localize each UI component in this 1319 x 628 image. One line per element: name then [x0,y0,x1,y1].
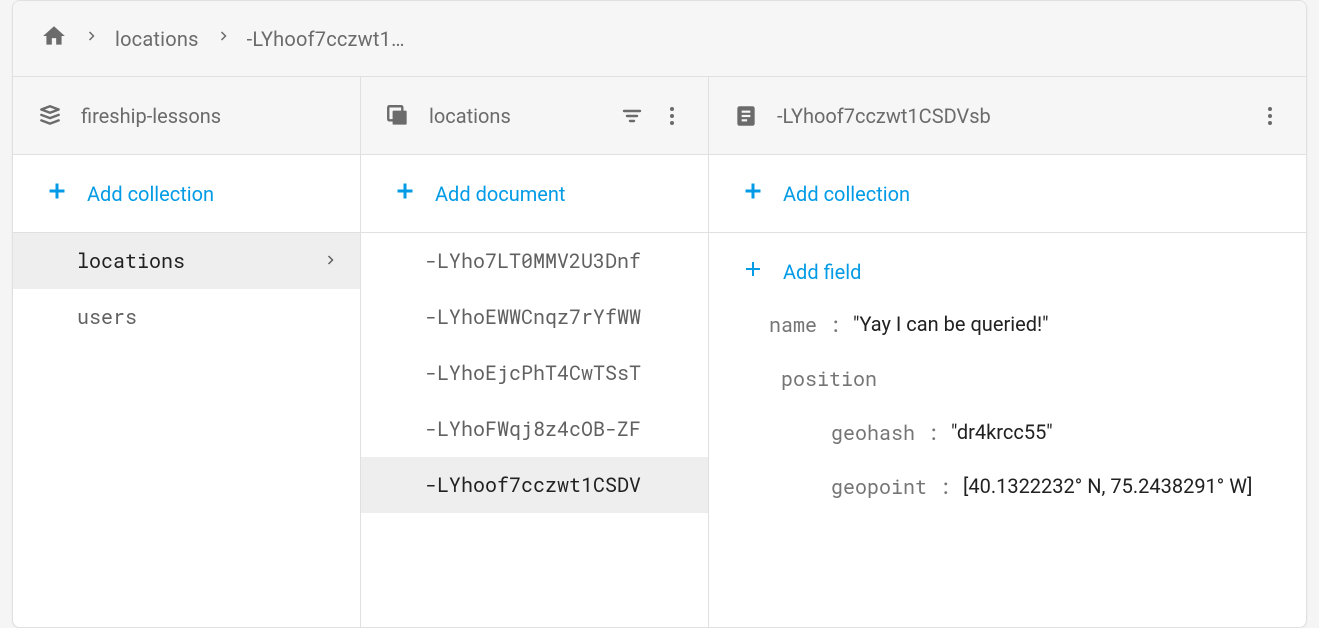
plus-icon [45,179,69,208]
document-icon [733,103,759,129]
add-collection-button[interactable]: Add collection [13,155,360,233]
overflow-menu-icon[interactable] [1258,104,1282,128]
project-column: fireship-lessons Add collection location… [13,77,361,627]
project-name: fireship-lessons [81,104,336,128]
documents-list: -LYho7LT0MMV2U3Dnf -LYhoEWWCnqz7rYfWW -L… [361,233,708,627]
chevron-right-icon [217,26,229,52]
collection-title: locations [429,104,602,128]
collection-item-locations[interactable]: locations [13,233,360,289]
chevron-right-icon [324,247,336,276]
document-item[interactable]: -LYhoof7cczwt1CSDV [361,457,708,513]
document-item[interactable]: -LYhoFWqj8z4cOB-ZF [361,401,708,457]
document-column: -LYhoof7cczwt1CSDVsb Add collection [709,77,1306,627]
field-value: "Yay I can be queried!" [853,312,1049,336]
chevron-right-icon [85,26,97,52]
home-icon[interactable] [41,23,67,54]
document-item[interactable]: -LYho7LT0MMV2U3Dnf [361,233,708,289]
document-item[interactable]: -LYhoEWWCnqz7rYfWW [361,289,708,345]
field-value: [40.1322232° N, 75.2438291° W] [963,474,1252,498]
field-geopoint[interactable]: geopoint : [40.1322232° N, 75.2438291° W… [741,460,1306,514]
plus-icon [741,257,765,286]
add-document-button[interactable]: Add document [361,155,708,233]
field-name[interactable]: name : "Yay I can be queried!" [709,298,1306,352]
field-key: geohash : [831,420,939,446]
collection-name: locations [77,248,324,274]
project-header: fireship-lessons [13,77,360,155]
add-field-label: Add field [783,260,861,284]
collection-item-users[interactable]: users [13,289,360,345]
add-collection-label: Add collection [87,182,214,206]
collections-list: locations users [13,233,360,627]
collection-icon [385,103,411,129]
add-field-button[interactable]: Add field [709,245,1306,298]
doc-add-collection-button[interactable]: Add collection [709,155,1306,233]
document-item[interactable]: -LYhoEjcPhT4CwTSsT [361,345,708,401]
breadcrumb: locations -LYhoof7cczwt1… [13,1,1306,77]
field-key: position [781,366,877,392]
field-position[interactable]: position [709,352,1306,406]
breadcrumb-document[interactable]: -LYhoof7cczwt1… [247,27,405,51]
overflow-menu-icon[interactable] [660,104,684,128]
collection-column: locations Add document -LYho7LT0MMV2U3D [361,77,709,627]
add-document-label: Add document [435,182,565,206]
collection-header: locations [361,77,708,155]
document-header: -LYhoof7cczwt1CSDVsb [709,77,1306,155]
columns-container: fireship-lessons Add collection location… [13,77,1306,627]
filter-icon[interactable] [620,104,644,128]
plus-icon [741,179,765,208]
field-value: "dr4krcc55" [951,420,1053,444]
document-id: -LYhoof7cczwt1CSDVsb [777,104,1240,128]
doc-add-collection-label: Add collection [783,182,910,206]
field-geohash[interactable]: geohash : "dr4krcc55" [741,406,1306,460]
firestore-panel: locations -LYhoof7cczwt1… fireship-lesso… [12,0,1307,628]
database-icon [37,103,63,129]
plus-icon [393,179,417,208]
field-key: name : [769,312,841,338]
collection-name: users [77,304,336,330]
position-children: geohash : "dr4krcc55" geopoint : [40.132… [709,406,1306,514]
breadcrumb-collection[interactable]: locations [115,27,199,51]
fields-area: Add field name : "Yay I can be queried!"… [709,233,1306,526]
field-key: geopoint : [831,474,951,500]
